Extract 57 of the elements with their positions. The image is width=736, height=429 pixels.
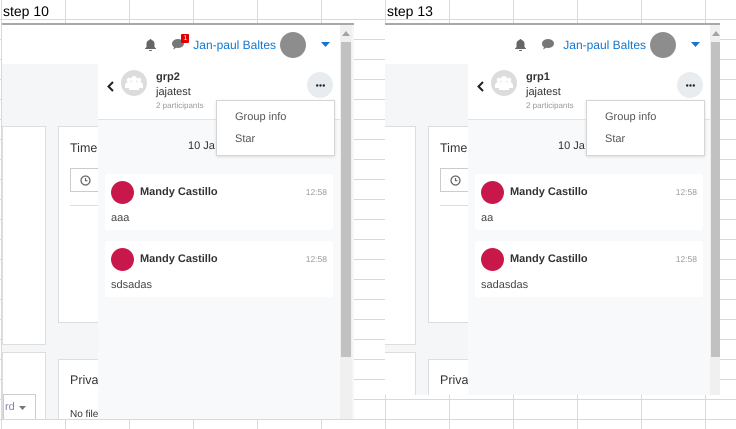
card-title: Time	[440, 140, 468, 157]
scrollbar[interactable]	[340, 25, 352, 419]
sender-name: Mandy Castillo	[510, 185, 588, 200]
menu-item[interactable]: Group info	[217, 106, 334, 128]
date-label: 10 Ja	[188, 139, 215, 154]
menu-item[interactable]: Star	[587, 128, 704, 150]
scrollbar[interactable]	[710, 25, 720, 395]
group-subtitle: jajatest	[526, 85, 562, 100]
cell-text: step 13	[386, 3, 433, 19]
message-time: 12:58	[676, 253, 697, 266]
sender-name: Mandy Castillo	[510, 252, 588, 268]
group-icon	[121, 70, 147, 96]
clock-icon	[80, 174, 91, 186]
group-name: grp1	[526, 70, 551, 84]
card-title: Priva	[70, 372, 98, 389]
participants-count: 2 participants	[526, 100, 574, 112]
message-text: sadasdas	[481, 278, 530, 293]
avatar	[111, 181, 134, 204]
group-subtitle: jajatest	[156, 85, 192, 100]
message-text: sdsadas	[111, 278, 153, 293]
avatar	[111, 248, 134, 271]
select-field[interactable]: rd	[3, 394, 36, 419]
ellipsis-icon	[316, 84, 324, 86]
bell-icon[interactable]	[145, 38, 156, 50]
sender-name: Mandy Castillo	[140, 185, 218, 200]
empty-text: No file	[70, 408, 98, 419]
card-title: Time	[70, 140, 98, 157]
participants-count: 2 participants	[156, 100, 204, 112]
message-time: 12:58	[676, 186, 697, 199]
menu-item[interactable]: Group info	[587, 106, 704, 128]
back-chevron-icon[interactable]	[107, 81, 114, 92]
user-avatar[interactable]	[280, 32, 306, 58]
caret-icon[interactable]	[321, 42, 330, 47]
user-name[interactable]: Jan-paul Baltes	[563, 36, 646, 54]
chat-icon[interactable]	[172, 39, 184, 50]
cell-text: step 10	[2, 3, 49, 19]
user-name[interactable]: Jan-paul Baltes	[193, 36, 276, 54]
message-text: aa	[481, 211, 494, 226]
ellipsis-icon	[686, 84, 694, 86]
message-text: aaa	[111, 211, 130, 226]
user-avatar[interactable]	[650, 32, 676, 58]
menu-item[interactable]: Star	[217, 128, 334, 150]
chat-icon[interactable]	[542, 39, 554, 50]
group-name: grp2	[156, 70, 181, 84]
caret-icon[interactable]	[691, 42, 700, 47]
bell-icon[interactable]	[515, 38, 526, 50]
avatar	[481, 248, 504, 271]
card-title: Priva	[440, 372, 468, 389]
message-time: 12:58	[306, 253, 327, 266]
sender-name: Mandy Castillo	[140, 252, 218, 268]
caret-icon	[18, 406, 26, 410]
back-chevron-icon[interactable]	[477, 81, 484, 92]
group-icon	[491, 70, 517, 96]
clock-icon	[450, 174, 461, 186]
avatar	[481, 181, 504, 204]
date-label: 10 Ja	[558, 139, 585, 154]
message-time: 12:58	[306, 186, 327, 199]
